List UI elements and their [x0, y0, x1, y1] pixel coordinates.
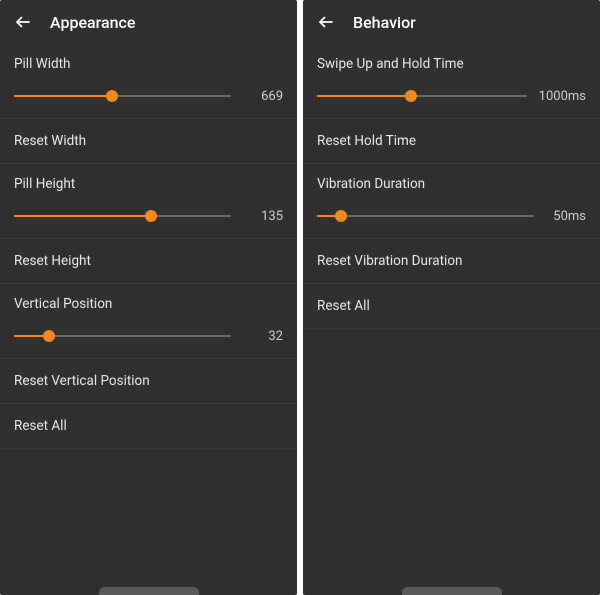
reset-vibration-duration-button[interactable]: Reset Vibration Duration — [303, 239, 600, 284]
vertical-position-row: Vertical Position 32 — [0, 284, 297, 359]
swipe-hold-time-label: Swipe Up and Hold Time — [317, 56, 586, 72]
pill-height-value: 135 — [243, 209, 283, 224]
reset-vertical-position-button[interactable]: Reset Vertical Position — [0, 359, 297, 404]
vibration-duration-value: 50ms — [546, 209, 586, 224]
appearance-header: Appearance — [0, 0, 297, 44]
vertical-position-label: Vertical Position — [14, 296, 283, 312]
pill-height-row: Pill Height 135 — [0, 164, 297, 239]
reset-all-behavior-button[interactable]: Reset All — [303, 284, 600, 329]
reset-height-button[interactable]: Reset Height — [0, 239, 297, 284]
pill-height-label: Pill Height — [14, 176, 283, 192]
pill-height-slider[interactable] — [14, 208, 231, 224]
pill-width-value: 669 — [243, 89, 283, 104]
swipe-hold-time-row: Swipe Up and Hold Time 1000ms — [303, 44, 600, 119]
vibration-duration-row: Vibration Duration 50ms — [303, 164, 600, 239]
vertical-position-value: 32 — [243, 329, 283, 344]
reset-hold-time-button[interactable]: Reset Hold Time — [303, 119, 600, 164]
reset-all-appearance-button[interactable]: Reset All — [0, 404, 297, 449]
behavior-header: Behavior — [303, 0, 600, 44]
back-arrow-icon[interactable] — [317, 13, 335, 31]
vibration-duration-label: Vibration Duration — [317, 176, 586, 192]
swipe-hold-time-value: 1000ms — [539, 89, 586, 104]
page-title: Appearance — [50, 13, 135, 32]
swipe-hold-time-slider[interactable] — [317, 88, 527, 104]
pill-width-label: Pill Width — [14, 56, 283, 72]
appearance-panel: Appearance Pill Width 669 Reset Width Pi… — [0, 0, 297, 595]
behavior-panel: Behavior Swipe Up and Hold Time 1000ms R… — [303, 0, 600, 595]
pill-width-slider[interactable] — [14, 88, 231, 104]
page-title: Behavior — [353, 13, 416, 32]
pill-width-row: Pill Width 669 — [0, 44, 297, 119]
reset-width-button[interactable]: Reset Width — [0, 119, 297, 164]
home-indicator[interactable] — [402, 587, 502, 595]
vertical-position-slider[interactable] — [14, 328, 231, 344]
vibration-duration-slider[interactable] — [317, 208, 534, 224]
back-arrow-icon[interactable] — [14, 13, 32, 31]
home-indicator[interactable] — [99, 587, 199, 595]
